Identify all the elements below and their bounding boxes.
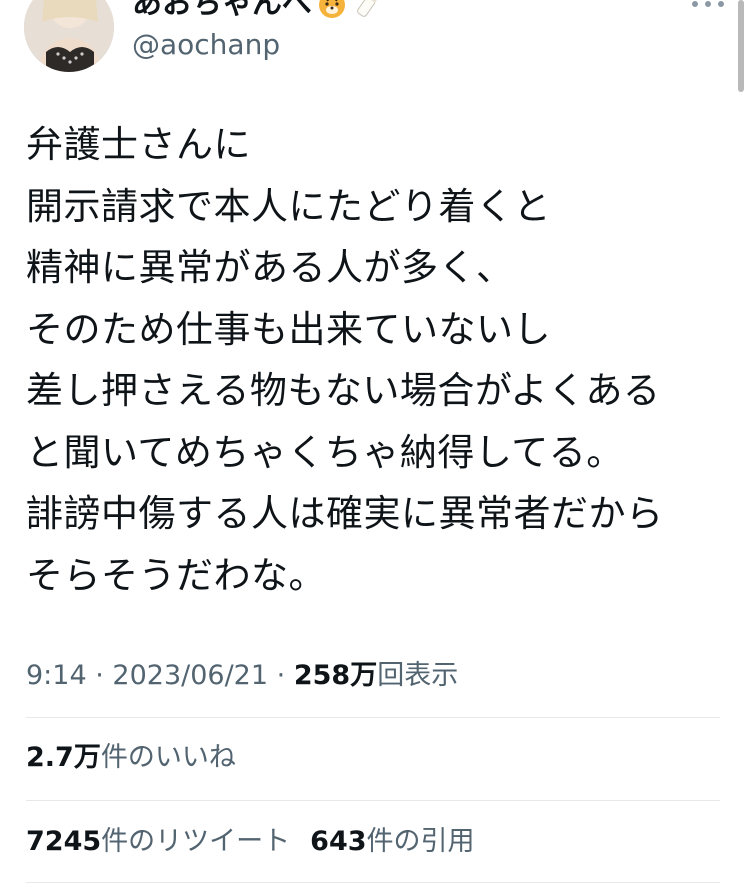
tweet-meta: 9:14 · 2023/06/21 · 258万回表示 (26, 656, 458, 696)
avatar[interactable] (24, 0, 114, 72)
quotes-stat[interactable]: 643件の引用 (310, 826, 474, 857)
author-handle[interactable]: @aochanp (132, 28, 280, 62)
scrollbar[interactable] (738, 0, 744, 92)
tweet-line: 精神に異常がある人が多く、 (26, 246, 514, 289)
tweet-line: 開示請求で本人にたどり着くと (26, 184, 551, 228)
views-count: 258万 (293, 660, 378, 691)
quotes-label: 件の引用 (366, 826, 475, 857)
divider (26, 717, 720, 718)
retweets-count: 7245 (26, 826, 102, 857)
tweet-line: 誹謗中傷する人は確実に異常者だから (26, 492, 664, 535)
views-label: 回表示 (377, 660, 459, 691)
meta-separator: · (95, 660, 104, 691)
tiger-face-icon (316, 0, 348, 20)
meta-separator: · (276, 660, 286, 691)
retweets-stat[interactable]: 7245件のリツイート (26, 826, 290, 857)
baby-bottle-icon (352, 0, 384, 20)
likes-count: 2.7万 (26, 742, 101, 773)
likes-stat[interactable]: 2.7万件のいいね (26, 738, 236, 778)
display-name-text: あおちゃんぺ (132, 0, 312, 21)
tweet-text: 弁護士さんに 開示請求で本人にたどり着くと 精神に異常がある人が多く、 そのため… (26, 114, 741, 606)
tweet-line: そらそうだわな。 (26, 553, 326, 597)
tweet-line: と聞いてめちゃくちゃ納得してる。 (26, 430, 624, 474)
author-display-name[interactable]: あおちゃんぺ (132, 0, 384, 22)
tweet-date[interactable]: 2023/06/21 (112, 660, 268, 691)
tweet-line: 差し押さえる物もない場合がよくある (26, 369, 661, 412)
retweets-quotes-stats: 7245件のリツイート 643件の引用 (26, 822, 475, 862)
tweet-time[interactable]: 9:14 (26, 660, 87, 691)
quotes-count: 643 (310, 826, 367, 857)
tweet-header: あおちゃんぺ @aochanp (0, 0, 750, 100)
tweet-line: そのため仕事も出来ていないし (26, 307, 551, 351)
likes-label: 件のいいね (100, 742, 236, 773)
divider (26, 882, 720, 883)
divider (26, 800, 720, 801)
more-options-icon[interactable] (692, 0, 724, 16)
retweets-label: 件のリツイート (101, 826, 291, 857)
tweet-line: 弁護士さんに (26, 123, 251, 166)
avatar-image (24, 0, 114, 72)
